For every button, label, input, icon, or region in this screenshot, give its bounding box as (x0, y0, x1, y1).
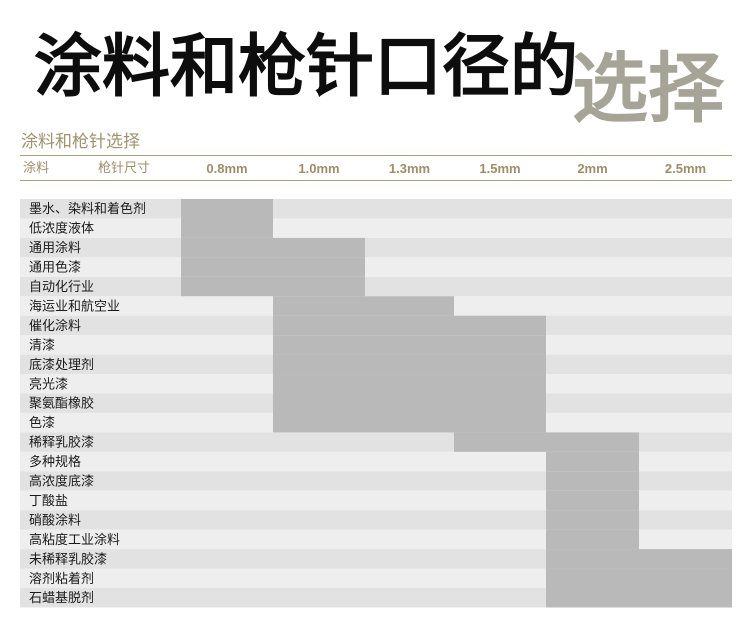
table-row-band (20, 237, 732, 258)
needle-selection-chart: 墨水、染料和着色剂低浓度液体通用涂料通用色漆自动化行业海运业和航空业催化涂料清漆… (20, 199, 732, 608)
needle-range-bar (181, 257, 365, 277)
coating-label: 溶剂粘着剂 (29, 571, 94, 587)
needle-range-bar (546, 490, 639, 511)
table-row-band (20, 276, 732, 297)
needle-range-bar (454, 432, 639, 452)
needle-range-bar (181, 199, 273, 219)
coating-label: 聚氨酯橡胶 (29, 396, 94, 412)
needle-range-bar (273, 393, 546, 413)
needle-range-bar (546, 588, 732, 608)
coating-label: 丁酸盐 (29, 494, 68, 509)
needle-range-bar (273, 354, 546, 375)
needle-range-bar (181, 237, 365, 258)
coating-label: 清漆 (29, 337, 55, 353)
coating-label: 石蜡基脱剂 (29, 591, 94, 606)
table-row-band (20, 218, 732, 238)
needle-range-bar (273, 374, 546, 394)
coating-label: 色漆 (29, 415, 55, 431)
needle-range-bar (181, 276, 365, 297)
needle-range-bar (273, 412, 546, 433)
needle-range-bar (546, 568, 732, 588)
coating-label: 多种规格 (29, 454, 81, 470)
coating-label: 墨水、染料和着色剂 (29, 201, 146, 217)
needle-range-bar (181, 218, 273, 238)
needle-range-bar (546, 471, 639, 491)
coating-label: 高浓度底漆 (29, 474, 94, 490)
coating-label: 通用涂料 (29, 240, 81, 256)
needle-range-bar (546, 451, 639, 472)
needle-range-bar (546, 549, 732, 569)
coating-label: 海运业和航空业 (29, 298, 120, 314)
needle-range-bar (546, 529, 639, 550)
coating-label: 底漆处理剂 (29, 357, 94, 373)
coating-label: 高粘度工业涂料 (29, 532, 120, 548)
needle-range-bar (273, 315, 546, 336)
coating-label: 亮光漆 (29, 376, 68, 392)
coating-label: 低浓度液体 (29, 221, 94, 237)
coating-label: 自动化行业 (29, 280, 94, 295)
coating-label: 硝酸涂料 (29, 512, 81, 528)
needle-range-bar (273, 296, 454, 316)
coating-label: 稀释乳胶漆 (29, 435, 94, 451)
coating-label: 未稀释乳胶漆 (29, 551, 107, 567)
needle-range-bar (546, 510, 639, 530)
needle-range-bar (273, 335, 546, 355)
coating-label: 通用色漆 (29, 260, 81, 276)
coating-label: 催化涂料 (29, 318, 81, 334)
table-row-band (20, 257, 732, 277)
